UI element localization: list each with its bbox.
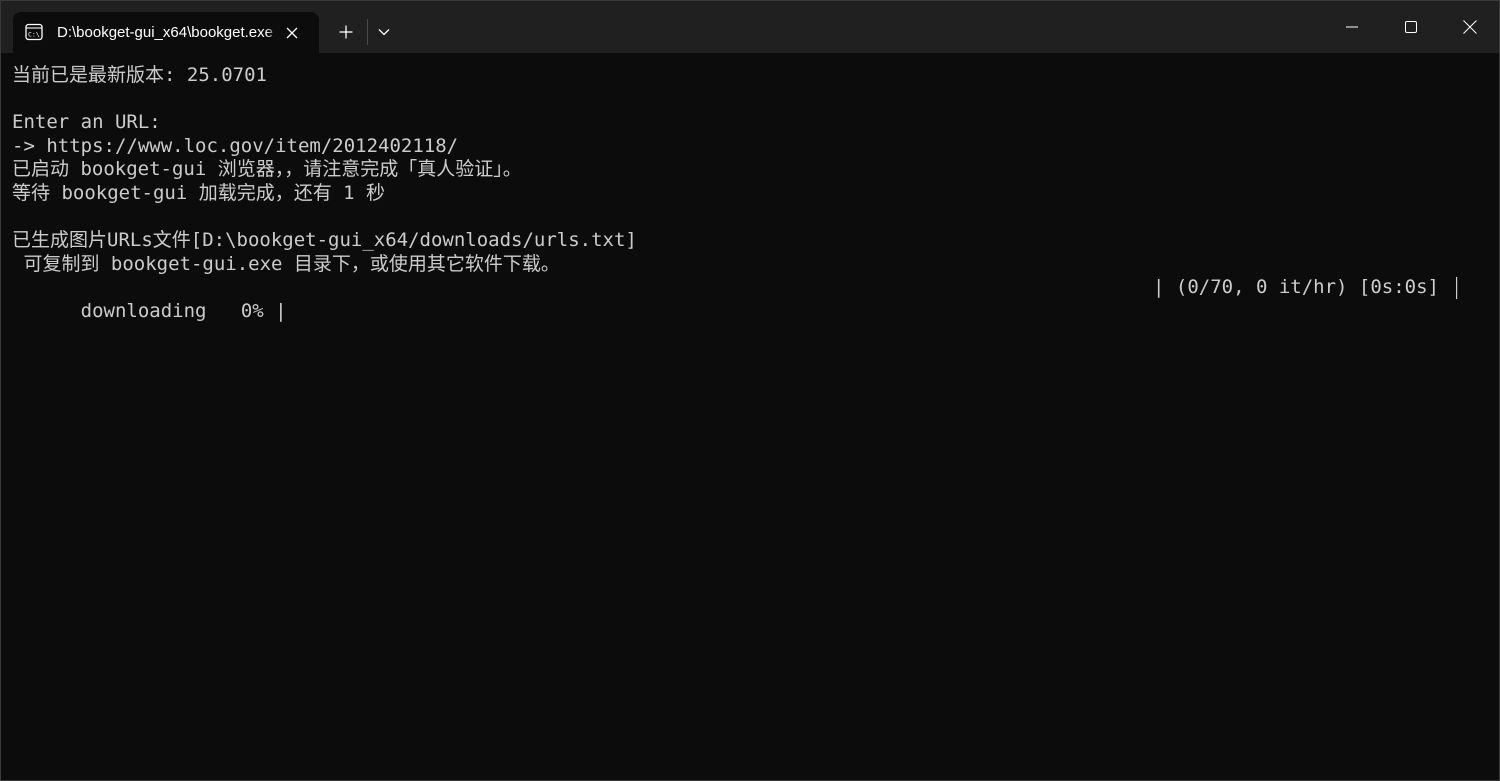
terminal-output[interactable]: 当前已是最新版本: 25.0701 Enter an URL: -> https… — [1, 53, 1499, 780]
scrollbar[interactable] — [1489, 53, 1497, 780]
terminal-line: 已启动 bookget-gui 浏览器，，请注意完成「真人验证」。 — [12, 158, 522, 180]
terminal-window: C:\ D:\bookget-gui_x64\bookget.exe 当前已是最… — [0, 0, 1500, 781]
close-tab-button[interactable] — [279, 20, 305, 46]
terminal-line: 可复制到 bookget-gui.exe 目录下，或使用其它软件下载。 — [12, 253, 560, 275]
terminal-line: -> https://www.loc.gov/item/2012402118/ — [12, 135, 459, 157]
close-window-button[interactable] — [1441, 1, 1499, 53]
terminal-line: 当前已是最新版本: 25.0701 — [12, 64, 267, 86]
maximize-icon — [1405, 21, 1417, 33]
minimize-icon — [1346, 26, 1358, 28]
close-icon — [1463, 20, 1477, 34]
text-cursor — [1456, 277, 1458, 299]
tab-dropdown-button[interactable] — [369, 18, 399, 46]
title-bar[interactable]: C:\ D:\bookget-gui_x64\bookget.exe — [1, 1, 1499, 53]
progress-percent: 0% — [240, 300, 264, 322]
tab-title: D:\bookget-gui_x64\bookget.exe — [57, 24, 273, 41]
tab-bookget[interactable]: C:\ D:\bookget-gui_x64\bookget.exe — [13, 12, 319, 53]
terminal-icon: C:\ — [25, 23, 43, 41]
close-icon — [286, 27, 298, 39]
svg-text:C:\: C:\ — [28, 31, 40, 39]
new-tab-button[interactable] — [329, 18, 363, 46]
progress-bar-open: | — [275, 300, 287, 322]
plus-icon — [339, 25, 353, 39]
chevron-down-icon — [378, 29, 390, 36]
minimize-button[interactable] — [1323, 1, 1381, 53]
progress-label: downloading — [80, 300, 207, 322]
terminal-line: Enter an URL: — [12, 111, 161, 133]
terminal-line: 等待 bookget-gui 加载完成，还有 1 秒 — [12, 182, 386, 204]
maximize-button[interactable] — [1382, 1, 1440, 53]
progress-stats: | (0/70, 0 it/hr) [0s:0s] — [1153, 276, 1439, 298]
progress-line: downloading 0% | — [12, 275, 287, 322]
tab-divider — [367, 19, 368, 45]
terminal-line: 已生成图片URLs文件[D:\bookget-gui_x64/downloads… — [12, 229, 637, 251]
